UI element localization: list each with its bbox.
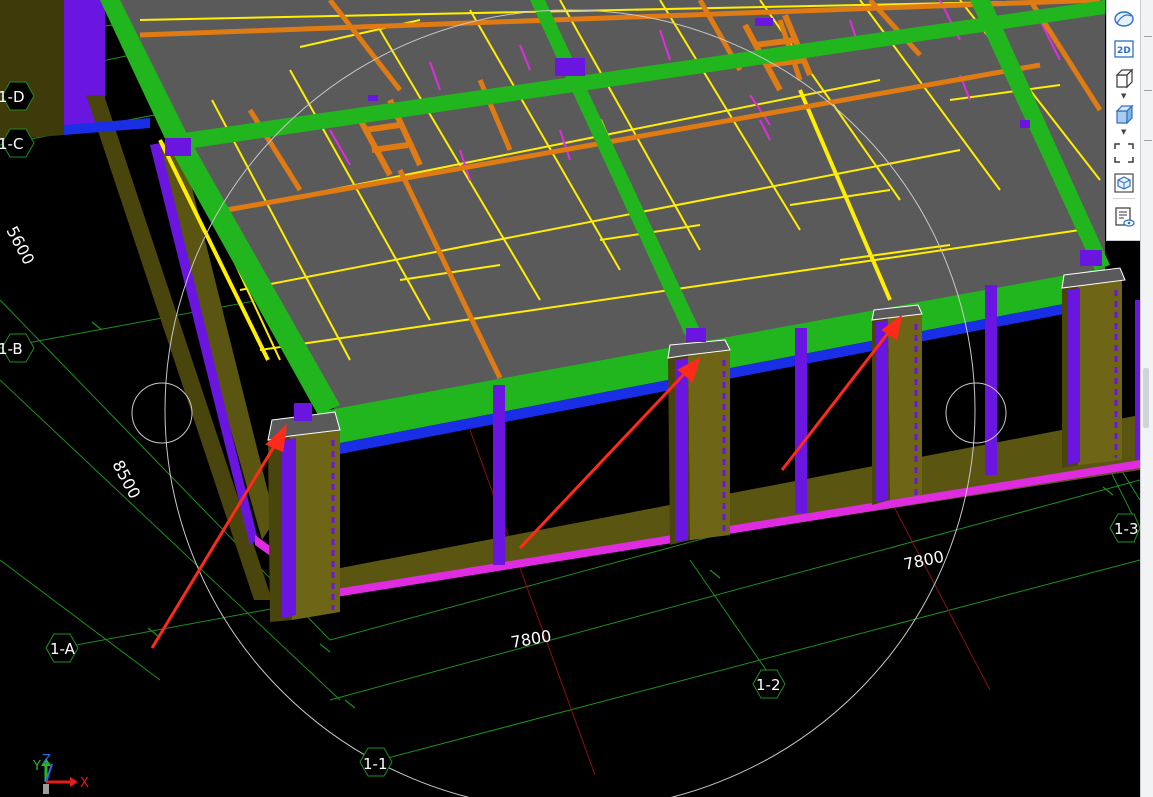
solid-cube-icon xyxy=(1115,104,1134,125)
view-toolbar: 2D ▼ ▼ xyxy=(1106,0,1141,241)
axis-marker-1-A: 1-A xyxy=(45,633,79,663)
solid-view-button[interactable] xyxy=(1111,102,1137,128)
panel-tick xyxy=(1144,90,1152,91)
svg-text:2D: 2D xyxy=(1117,46,1131,56)
axis-x-label: X xyxy=(80,776,89,791)
coordinate-axis-indicator: X Y Z xyxy=(32,753,89,794)
element-view-button[interactable] xyxy=(1111,170,1137,196)
axis-marker-1-1: 1-1 xyxy=(359,747,393,777)
dimension-7800-b: 7800 xyxy=(902,547,946,574)
axis-label-1-C: 1-C xyxy=(0,135,23,153)
axis-label-1-1: 1-1 xyxy=(363,755,388,773)
axis-label-1-A: 1-A xyxy=(50,640,76,658)
properties-view-button[interactable] xyxy=(1111,204,1137,230)
panel-tick xyxy=(1144,140,1152,141)
axis-marker-1-B: 1-B xyxy=(0,333,35,363)
document-eye-icon xyxy=(1115,207,1135,227)
2d-view-button[interactable]: 2D xyxy=(1111,36,1137,62)
chevron-down-icon[interactable]: ▼ xyxy=(1121,128,1126,136)
structure-model-canvas[interactable]: 1-D 1-C 1-B 1-A 1-1 1-2 1-3 5600 8500 78… xyxy=(0,0,1140,797)
axis-label-1-B: 1-B xyxy=(0,340,23,358)
cube-in-frame-icon xyxy=(1114,173,1134,193)
orbit-view-button[interactable] xyxy=(1111,6,1137,32)
axis-label-1-3: 1-3 xyxy=(1114,520,1139,538)
dimension-8500: 8500 xyxy=(108,457,144,502)
fullscreen-icon xyxy=(1114,143,1134,163)
axis-y-label: Y xyxy=(32,759,41,774)
panel-resize-handle[interactable] xyxy=(1143,368,1149,428)
orbit-icon xyxy=(1114,11,1134,27)
wireframe-cube-icon xyxy=(1115,68,1134,89)
zoom-extents-button[interactable] xyxy=(1111,140,1137,166)
axis-label-1-D: 1-D xyxy=(0,88,25,106)
2d-view-icon: 2D xyxy=(1114,40,1134,58)
axis-label-1-2: 1-2 xyxy=(756,676,781,694)
right-panel-edge[interactable] xyxy=(1140,0,1153,797)
axis-marker-1-3: 1-3 xyxy=(1109,513,1140,543)
chevron-down-icon[interactable]: ▼ xyxy=(1121,92,1126,100)
dimension-7800-a: 7800 xyxy=(509,626,552,652)
panel-tick xyxy=(1144,36,1152,37)
toolbar-separator xyxy=(1113,198,1135,199)
3d-model-viewport[interactable]: 1-D 1-C 1-B 1-A 1-1 1-2 1-3 5600 8500 78… xyxy=(0,0,1140,797)
dimension-5600: 5600 xyxy=(2,223,38,268)
3d-box-view-button[interactable] xyxy=(1111,66,1137,92)
axis-z-label: Z xyxy=(42,753,51,768)
axis-marker-1-2: 1-2 xyxy=(752,669,786,699)
